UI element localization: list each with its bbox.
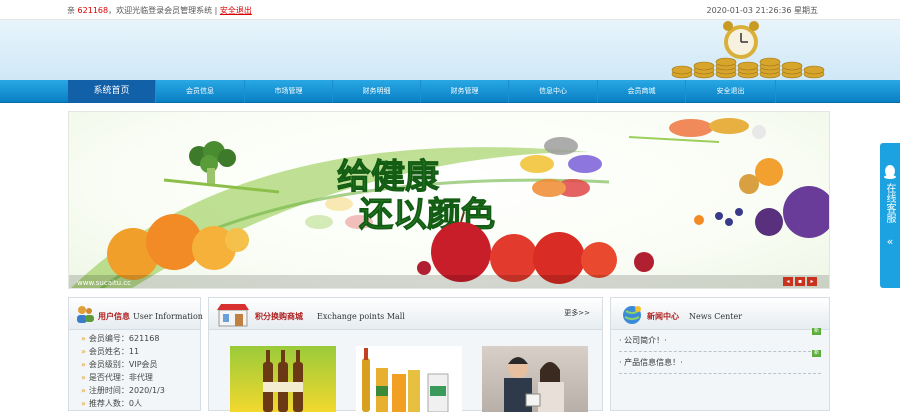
welcome-text: 亲 621168，欢迎光临登录会员管理系统 | 安全退出 bbox=[67, 5, 252, 16]
wine-bottles-image bbox=[263, 350, 303, 412]
banner-next-button[interactable]: ▸ bbox=[807, 277, 817, 286]
user-row: » 推荐人数：0人 bbox=[81, 399, 142, 408]
news-item[interactable]: · 产品信息信息！· 新 bbox=[619, 350, 821, 374]
online-service-label: 在线客服 bbox=[884, 183, 895, 223]
more-link[interactable]: 更多>> bbox=[564, 308, 590, 318]
banner-url-text: www.sucaitu.cc bbox=[77, 279, 131, 287]
user-info-title-cn: 用户信息 bbox=[98, 311, 130, 321]
nav-item-info-center[interactable]: 信息中心 bbox=[509, 80, 598, 103]
banner-controls: ◂ ▪ ▸ bbox=[783, 277, 817, 286]
header-banner bbox=[0, 20, 900, 80]
nav-item-market[interactable]: 市场管理 bbox=[245, 80, 333, 103]
product-thumb-juice[interactable] bbox=[356, 346, 462, 412]
banner-artwork: 给健康 还以颜色 www.sucaitu.cc bbox=[69, 118, 829, 288]
news-title-cn: 新闻中心 bbox=[647, 311, 679, 321]
banner-slogan-line1: 给健康 bbox=[337, 157, 439, 197]
user-row-text: 注册时间：2020/1/3 bbox=[88, 386, 165, 395]
user-info-header: 用户信息 User Information bbox=[69, 298, 203, 330]
new-badge: 新 bbox=[812, 328, 821, 335]
mall-header: 积分换购商城 Exchange points Mall 更多>> bbox=[209, 298, 602, 330]
user-row-text: 推荐人数：0人 bbox=[88, 399, 142, 408]
mall-title-en: Exchange points Mall bbox=[317, 312, 405, 321]
user-row-text: 会员级别：VIP会员 bbox=[88, 360, 158, 369]
nav-item-finance-manage[interactable]: 财务管理 bbox=[421, 80, 509, 103]
username: 621168 bbox=[77, 6, 109, 15]
qq-penguin-icon bbox=[884, 165, 896, 179]
mall-panel: 积分换购商城 Exchange points Mall 更多>> bbox=[208, 297, 603, 412]
user-info-title-en: User Information bbox=[133, 312, 203, 321]
purple-cabbage-image bbox=[694, 186, 829, 238]
datetime: 2020-01-03 21:26:36 星期五 bbox=[706, 6, 818, 15]
logout-link[interactable]: 安全退出 bbox=[220, 6, 252, 15]
news-item-text[interactable]: · 产品信息信息！· bbox=[619, 358, 683, 367]
top-bar: 亲 621168，欢迎光临登录会员管理系统 | 安全退出 2020-01-03 … bbox=[0, 0, 900, 20]
nav-item-finance-detail[interactable]: 财务明细 bbox=[333, 80, 421, 103]
news-header: 新闻中心 News Center bbox=[611, 298, 829, 330]
online-service-tab[interactable]: 在线客服 « bbox=[880, 143, 900, 288]
user-row: » 是否代理：非代理 bbox=[81, 373, 153, 382]
nav-item-mall[interactable]: 会员商城 bbox=[598, 80, 686, 103]
promo-banner[interactable]: 给健康 还以颜色 www.sucaitu.cc ◂ ▪ ▸ bbox=[68, 111, 830, 289]
user-row: » 会员级别：VIP会员 bbox=[81, 360, 158, 369]
users-icon bbox=[77, 306, 94, 323]
juice-drinks-image bbox=[362, 348, 449, 412]
nav-item-home[interactable]: 系统首页 bbox=[68, 80, 156, 103]
news-title-en: News Center bbox=[689, 312, 743, 321]
news-item-text[interactable]: · 公司简介！· bbox=[619, 336, 667, 345]
nav-item-member-info[interactable]: 会员信息 bbox=[156, 80, 245, 103]
user-row: » 会员姓名：11 bbox=[81, 347, 140, 356]
user-row-text: 是否代理：非代理 bbox=[88, 373, 153, 382]
product-thumb-wine[interactable] bbox=[230, 346, 336, 412]
gold-coins-image bbox=[671, 57, 825, 79]
greet-text: ，欢迎光临登录会员管理系统 | bbox=[108, 6, 218, 15]
greet-prefix: 亲 bbox=[67, 6, 75, 15]
nav-item-logout[interactable]: 安全退出 bbox=[686, 80, 776, 103]
new-badge: 新 bbox=[812, 350, 821, 357]
user-row-text: 会员姓名：11 bbox=[88, 347, 140, 356]
vegetables-image bbox=[628, 118, 783, 194]
user-row: » 会员编号：621168 bbox=[81, 334, 160, 343]
banner-pause-button[interactable]: ▪ bbox=[795, 277, 805, 286]
user-row: » 注册时间：2020/1/3 bbox=[81, 386, 165, 395]
user-info-panel: 用户信息 User Information » 会员编号：621168 » 会员姓名：… bbox=[68, 297, 203, 411]
mall-title-cn: 积分换购商城 bbox=[255, 311, 303, 321]
news-panel: 新闻中心 News Center · 公司简介！· 新 · 产品信息信息！· 新 bbox=[610, 297, 830, 411]
user-row-text: 会员编号：621168 bbox=[88, 334, 160, 343]
collapse-arrow-icon[interactable]: « bbox=[880, 235, 900, 248]
product-thumb-photo[interactable] bbox=[482, 346, 588, 412]
banner-prev-button[interactable]: ◂ bbox=[783, 277, 793, 286]
news-globe-icon bbox=[623, 306, 641, 324]
news-item[interactable]: · 公司简介！· 新 bbox=[619, 328, 821, 352]
main-nav: 系统首页 会员信息 市场管理 财务明细 财务管理 信息中心 会员商城 安全退出 bbox=[0, 80, 900, 103]
people-photo-image bbox=[504, 357, 564, 412]
shop-icon bbox=[217, 304, 249, 327]
